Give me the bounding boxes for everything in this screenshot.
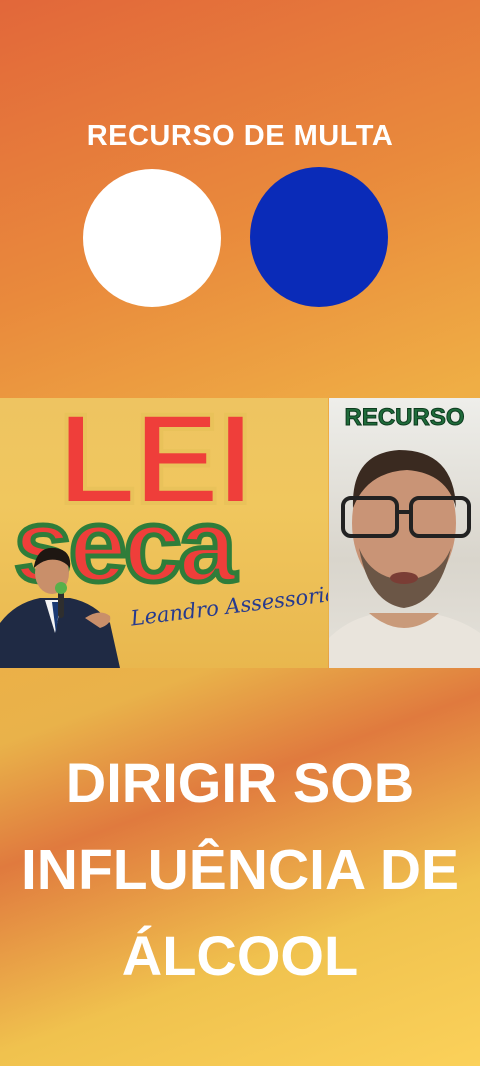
caption-line-2: INFLUÊNCIA DE xyxy=(20,838,460,902)
video-title: RECURSO DE MULTA xyxy=(86,120,394,152)
blue-circle xyxy=(250,167,388,307)
caption-line-1: DIRIGIR SOB xyxy=(65,751,415,814)
speaker-photo xyxy=(0,547,120,668)
recurso-label: RECURSO xyxy=(344,404,465,432)
presenter-video: RECURSO xyxy=(329,398,480,668)
caption-line-3: ÁLCOOL xyxy=(121,924,359,987)
presenter-face xyxy=(329,450,480,668)
lei-seca-poster: LEI seca Leandro Assessoria xyxy=(0,398,328,668)
white-circle xyxy=(83,169,221,307)
thumbnail-banner: LEI seca Leandro Assessoria RECURSO xyxy=(0,398,480,668)
